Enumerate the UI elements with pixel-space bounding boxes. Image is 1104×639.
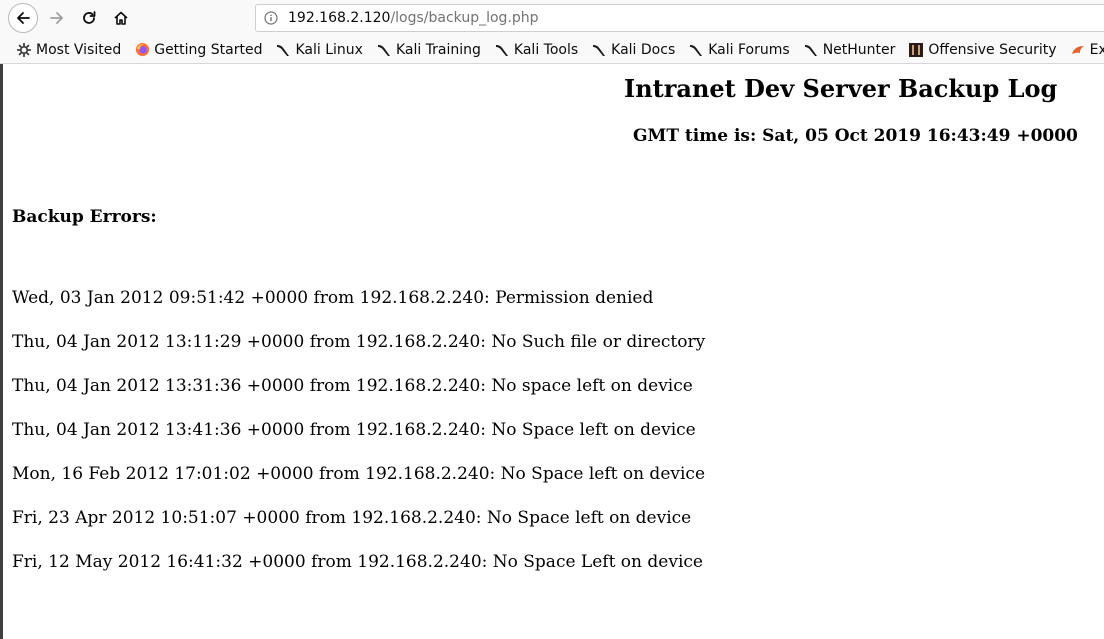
navigation-toolbar: 192.168.2.120/logs/backup_log.php: [0, 0, 1104, 36]
log-entry: Fri, 23 Apr 2012 10:51:07 +0000 from 192…: [12, 508, 692, 528]
url-text[interactable]: 192.168.2.120/logs/backup_log.php: [288, 10, 539, 26]
reload-button[interactable]: [74, 3, 104, 33]
firefox-icon: [134, 42, 150, 58]
arrow-left-icon: [17, 12, 30, 24]
bookmark-getting-started[interactable]: Getting Started: [130, 38, 266, 62]
bookmark-offensive-security[interactable]: Offensive Security: [904, 38, 1060, 62]
gmt-time: GMT time is: Sat, 05 Oct 2019 16:43:49 +…: [633, 126, 1078, 146]
bookmark-nethunter[interactable]: NetHunter: [799, 38, 900, 62]
exploit-db-icon: [1070, 42, 1086, 58]
log-entry: Wed, 03 Jan 2012 09:51:42 +0000 from 192…: [12, 288, 654, 308]
bookmark-exploit-db[interactable]: Exploit-D: [1066, 38, 1104, 62]
back-button[interactable]: [8, 3, 38, 33]
url-bar[interactable]: 192.168.2.120/logs/backup_log.php: [255, 4, 1104, 32]
log-entry: Mon, 16 Feb 2012 17:01:02 +0000 from 192…: [12, 464, 705, 484]
kali-dragon-icon: [376, 42, 392, 58]
info-icon[interactable]: [264, 11, 278, 25]
gear-icon: [16, 42, 32, 58]
home-button[interactable]: [106, 3, 136, 33]
log-entry: Thu, 04 Jan 2012 13:31:36 +0000 from 192…: [12, 376, 693, 396]
bookmark-most-visited[interactable]: Most Visited: [12, 38, 125, 62]
bookmark-kali-docs[interactable]: Kali Docs: [587, 38, 679, 62]
kali-dragon-icon: [275, 42, 291, 58]
bookmark-kali-training[interactable]: Kali Training: [372, 38, 485, 62]
reload-icon: [83, 11, 96, 24]
kali-dragon-icon: [688, 42, 704, 58]
url-path: /logs/backup_log.php: [390, 10, 539, 26]
bookmarks-toolbar: Most Visited Getting Started Kali Linux …: [0, 36, 1104, 64]
bookmark-label: Getting Started: [154, 41, 263, 58]
log-entry: Thu, 04 Jan 2012 13:41:36 +0000 from 192…: [12, 420, 696, 440]
home-icon: [114, 11, 128, 25]
kali-dragon-icon: [591, 42, 607, 58]
kali-dragon-icon: [803, 42, 819, 58]
url-host: 192.168.2.120: [288, 10, 391, 26]
backup-errors-heading: Backup Errors:: [12, 207, 157, 227]
arrow-right-icon: [50, 12, 63, 24]
log-list: Wed, 03 Jan 2012 09:51:42 +0000 from 192…: [12, 288, 705, 596]
bookmark-kali-tools[interactable]: Kali Tools: [490, 38, 582, 62]
page-title: Intranet Dev Server Backup Log: [624, 74, 1058, 103]
bookmark-kali-linux[interactable]: Kali Linux: [271, 38, 366, 62]
log-entry: Fri, 12 May 2012 16:41:32 +0000 from 192…: [12, 552, 703, 572]
page-content: Intranet Dev Server Backup Log GMT time …: [0, 64, 1104, 639]
bookmark-label: Kali Docs: [611, 41, 676, 58]
bookmark-label: Kali Tools: [513, 41, 579, 58]
forward-button[interactable]: [42, 3, 72, 33]
offsec-icon: [908, 42, 924, 58]
bookmark-label: Exploit-D: [1089, 41, 1104, 58]
bookmark-label: Kali Linux: [295, 41, 363, 58]
bookmark-label: Offensive Security: [928, 41, 1057, 58]
bookmark-kali-forums[interactable]: Kali Forums: [684, 38, 793, 62]
log-entry: Thu, 04 Jan 2012 13:11:29 +0000 from 192…: [12, 332, 706, 352]
bookmark-label: Kali Forums: [708, 41, 790, 58]
bookmark-label: NetHunter: [822, 41, 896, 58]
bookmark-label: Most Visited: [36, 41, 122, 58]
bookmark-label: Kali Training: [395, 41, 481, 58]
kali-dragon-icon: [494, 42, 510, 58]
